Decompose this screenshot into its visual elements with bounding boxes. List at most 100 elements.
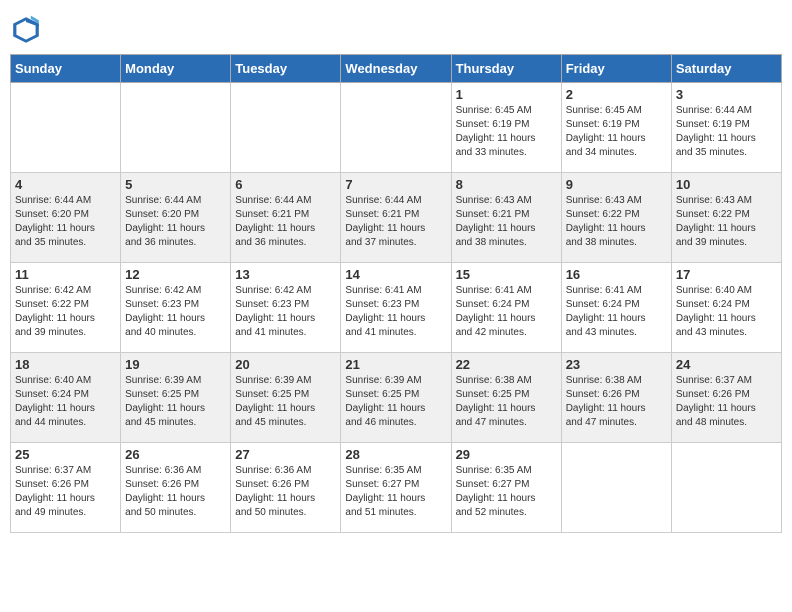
header-cell-monday: Monday bbox=[121, 55, 231, 83]
day-info: Sunrise: 6:44 AM Sunset: 6:20 PM Dayligh… bbox=[125, 194, 226, 250]
day-cell: 25 Sunrise: 6:37 AM Sunset: 6:26 PM Dayli… bbox=[11, 443, 121, 533]
day-info: Sunrise: 6:40 AM Sunset: 6:24 PM Dayligh… bbox=[676, 284, 777, 340]
day-info: Sunrise: 6:43 AM Sunset: 6:22 PM Dayligh… bbox=[676, 194, 777, 250]
header-cell-wednesday: Wednesday bbox=[341, 55, 451, 83]
day-cell: 23Sunrise: 6:38 AM Sunset: 6:26 PM Dayli… bbox=[561, 353, 671, 443]
day-number: 26 bbox=[125, 447, 226, 462]
day-cell: 28 Sunrise: 6:35 AM Sunset: 6:27 PM Dayli… bbox=[341, 443, 451, 533]
day-info: Sunrise: 6:36 AM Sunset: 6:26 PM Dayligh… bbox=[125, 464, 226, 520]
page-header bbox=[10, 10, 782, 46]
day-cell: 7 Sunrise: 6:44 AM Sunset: 6:21 PM Daylig… bbox=[341, 173, 451, 263]
week-row-3: 18 Sunrise: 6:40 AM Sunset: 6:24 PM Dayli… bbox=[11, 353, 782, 443]
day-number: 28 bbox=[345, 447, 446, 462]
day-cell: 22Sunrise: 6:38 AM Sunset: 6:25 PM Dayli… bbox=[451, 353, 561, 443]
day-cell: 13 Sunrise: 6:42 AM Sunset: 6:23 PM Dayli… bbox=[231, 263, 341, 353]
day-number: 2 bbox=[566, 87, 667, 102]
day-number: 15 bbox=[456, 267, 557, 282]
day-cell bbox=[671, 443, 781, 533]
day-cell: 17 Sunrise: 6:40 AM Sunset: 6:24 PM Dayli… bbox=[671, 263, 781, 353]
day-number: 25 bbox=[15, 447, 116, 462]
week-row-0: 1 Sunrise: 6:45 AM Sunset: 6:19 PM Daylig… bbox=[11, 83, 782, 173]
day-cell: 10 Sunrise: 6:43 AM Sunset: 6:22 PM Dayli… bbox=[671, 173, 781, 263]
day-cell: 14Sunrise: 6:41 AM Sunset: 6:23 PM Dayli… bbox=[341, 263, 451, 353]
day-number: 13 bbox=[235, 267, 336, 282]
day-number: 10 bbox=[676, 177, 777, 192]
day-info: Sunrise: 6:44 AM Sunset: 6:21 PM Dayligh… bbox=[345, 194, 446, 250]
logo-icon bbox=[10, 14, 42, 46]
day-number: 11 bbox=[15, 267, 116, 282]
day-cell: 20 Sunrise: 6:39 AM Sunset: 6:25 PM Dayli… bbox=[231, 353, 341, 443]
header-cell-sunday: Sunday bbox=[11, 55, 121, 83]
day-cell bbox=[11, 83, 121, 173]
day-cell bbox=[561, 443, 671, 533]
day-info: Sunrise: 6:42 AM Sunset: 6:23 PM Dayligh… bbox=[235, 284, 336, 340]
day-cell: 8Sunrise: 6:43 AM Sunset: 6:21 PM Daylig… bbox=[451, 173, 561, 263]
day-info: Sunrise: 6:39 AM Sunset: 6:25 PM Dayligh… bbox=[345, 374, 446, 430]
day-info: Sunrise: 6:44 AM Sunset: 6:19 PM Dayligh… bbox=[676, 104, 777, 160]
day-number: 18 bbox=[15, 357, 116, 372]
day-number: 7 bbox=[345, 177, 446, 192]
day-info: Sunrise: 6:43 AM Sunset: 6:22 PM Dayligh… bbox=[566, 194, 667, 250]
header-cell-friday: Friday bbox=[561, 55, 671, 83]
day-number: 21 bbox=[345, 357, 446, 372]
day-info: Sunrise: 6:41 AM Sunset: 6:24 PM Dayligh… bbox=[566, 284, 667, 340]
calendar-header: SundayMondayTuesdayWednesdayThursdayFrid… bbox=[11, 55, 782, 83]
day-info: Sunrise: 6:38 AM Sunset: 6:25 PM Dayligh… bbox=[456, 374, 557, 430]
day-info: Sunrise: 6:35 AM Sunset: 6:27 PM Dayligh… bbox=[345, 464, 446, 520]
day-info: Sunrise: 6:44 AM Sunset: 6:20 PM Dayligh… bbox=[15, 194, 116, 250]
day-info: Sunrise: 6:41 AM Sunset: 6:24 PM Dayligh… bbox=[456, 284, 557, 340]
day-number: 5 bbox=[125, 177, 226, 192]
day-cell: 12 Sunrise: 6:42 AM Sunset: 6:23 PM Dayli… bbox=[121, 263, 231, 353]
logo bbox=[10, 14, 46, 46]
day-cell: 4 Sunrise: 6:44 AM Sunset: 6:20 PM Daylig… bbox=[11, 173, 121, 263]
day-info: Sunrise: 6:43 AM Sunset: 6:21 PM Dayligh… bbox=[456, 194, 557, 250]
week-row-1: 4 Sunrise: 6:44 AM Sunset: 6:20 PM Daylig… bbox=[11, 173, 782, 263]
day-number: 19 bbox=[125, 357, 226, 372]
day-info: Sunrise: 6:45 AM Sunset: 6:19 PM Dayligh… bbox=[566, 104, 667, 160]
day-number: 14 bbox=[345, 267, 446, 282]
day-info: Sunrise: 6:38 AM Sunset: 6:26 PM Dayligh… bbox=[566, 374, 667, 430]
day-info: Sunrise: 6:39 AM Sunset: 6:25 PM Dayligh… bbox=[125, 374, 226, 430]
day-number: 6 bbox=[235, 177, 336, 192]
day-cell bbox=[341, 83, 451, 173]
day-cell: 11Sunrise: 6:42 AM Sunset: 6:22 PM Dayli… bbox=[11, 263, 121, 353]
day-cell: 9Sunrise: 6:43 AM Sunset: 6:22 PM Daylig… bbox=[561, 173, 671, 263]
calendar-table: SundayMondayTuesdayWednesdayThursdayFrid… bbox=[10, 54, 782, 533]
day-number: 29 bbox=[456, 447, 557, 462]
week-row-2: 11Sunrise: 6:42 AM Sunset: 6:22 PM Dayli… bbox=[11, 263, 782, 353]
day-number: 24 bbox=[676, 357, 777, 372]
day-cell: 19 Sunrise: 6:39 AM Sunset: 6:25 PM Dayli… bbox=[121, 353, 231, 443]
day-cell: 1 Sunrise: 6:45 AM Sunset: 6:19 PM Daylig… bbox=[451, 83, 561, 173]
day-number: 3 bbox=[676, 87, 777, 102]
day-info: Sunrise: 6:45 AM Sunset: 6:19 PM Dayligh… bbox=[456, 104, 557, 160]
day-cell: 26 Sunrise: 6:36 AM Sunset: 6:26 PM Dayli… bbox=[121, 443, 231, 533]
header-cell-thursday: Thursday bbox=[451, 55, 561, 83]
day-cell: 15 Sunrise: 6:41 AM Sunset: 6:24 PM Dayli… bbox=[451, 263, 561, 353]
day-info: Sunrise: 6:40 AM Sunset: 6:24 PM Dayligh… bbox=[15, 374, 116, 430]
day-cell: 2 Sunrise: 6:45 AM Sunset: 6:19 PM Daylig… bbox=[561, 83, 671, 173]
day-info: Sunrise: 6:36 AM Sunset: 6:26 PM Dayligh… bbox=[235, 464, 336, 520]
header-cell-tuesday: Tuesday bbox=[231, 55, 341, 83]
day-cell: 5 Sunrise: 6:44 AM Sunset: 6:20 PM Daylig… bbox=[121, 173, 231, 263]
day-cell: 16 Sunrise: 6:41 AM Sunset: 6:24 PM Dayli… bbox=[561, 263, 671, 353]
day-number: 1 bbox=[456, 87, 557, 102]
day-info: Sunrise: 6:44 AM Sunset: 6:21 PM Dayligh… bbox=[235, 194, 336, 250]
day-number: 20 bbox=[235, 357, 336, 372]
day-number: 17 bbox=[676, 267, 777, 282]
week-row-4: 25 Sunrise: 6:37 AM Sunset: 6:26 PM Dayli… bbox=[11, 443, 782, 533]
day-number: 12 bbox=[125, 267, 226, 282]
day-info: Sunrise: 6:39 AM Sunset: 6:25 PM Dayligh… bbox=[235, 374, 336, 430]
day-cell: 29 Sunrise: 6:35 AM Sunset: 6:27 PM Dayli… bbox=[451, 443, 561, 533]
day-cell: 18 Sunrise: 6:40 AM Sunset: 6:24 PM Dayli… bbox=[11, 353, 121, 443]
day-number: 27 bbox=[235, 447, 336, 462]
day-cell bbox=[231, 83, 341, 173]
day-info: Sunrise: 6:35 AM Sunset: 6:27 PM Dayligh… bbox=[456, 464, 557, 520]
day-info: Sunrise: 6:37 AM Sunset: 6:26 PM Dayligh… bbox=[15, 464, 116, 520]
day-cell: 27 Sunrise: 6:36 AM Sunset: 6:26 PM Dayli… bbox=[231, 443, 341, 533]
day-cell: 6 Sunrise: 6:44 AM Sunset: 6:21 PM Daylig… bbox=[231, 173, 341, 263]
day-number: 4 bbox=[15, 177, 116, 192]
day-cell: 21 Sunrise: 6:39 AM Sunset: 6:25 PM Dayli… bbox=[341, 353, 451, 443]
day-number: 16 bbox=[566, 267, 667, 282]
calendar-body: 1 Sunrise: 6:45 AM Sunset: 6:19 PM Daylig… bbox=[11, 83, 782, 533]
day-info: Sunrise: 6:42 AM Sunset: 6:23 PM Dayligh… bbox=[125, 284, 226, 340]
